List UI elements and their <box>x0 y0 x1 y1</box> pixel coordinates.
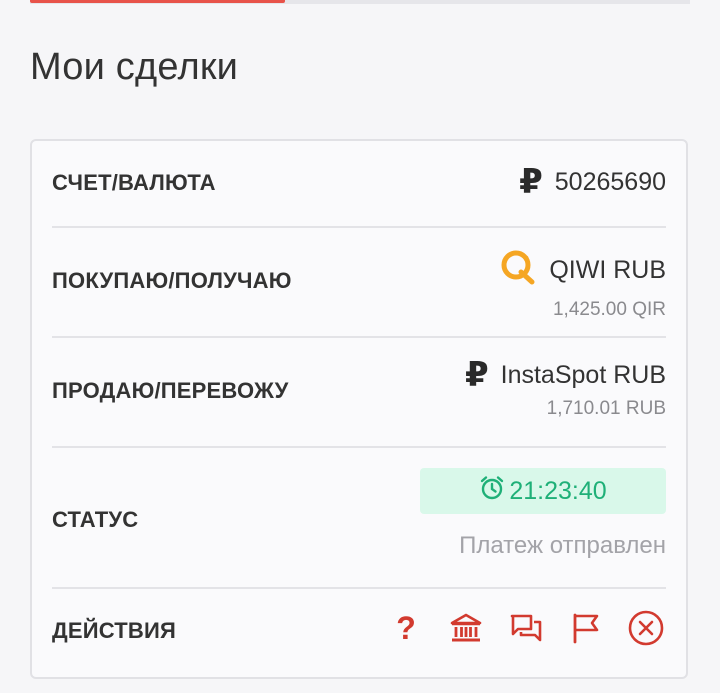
account-row: СЧЕТ/ВАЛЮТА ₽ 50265690 <box>52 141 666 228</box>
alarm-clock-icon <box>479 475 505 508</box>
report-button[interactable] <box>566 608 606 648</box>
buy-label: ПОКУПАЮ/ПОЛУЧАЮ <box>52 268 292 293</box>
actions-label: ДЕЙСТВИЯ <box>52 618 177 643</box>
buy-method: QIWI RUB <box>549 256 666 284</box>
buy-row: ПОКУПАЮ/ПОЛУЧАЮ QIWI RUB 1,425.00 QIR <box>52 228 666 338</box>
flag-icon <box>573 613 599 644</box>
active-tab-indicator <box>30 0 285 3</box>
countdown-timer: 21:23:40 <box>420 468 666 514</box>
close-circle-icon <box>628 610 664 646</box>
qiwi-logo-icon <box>499 248 537 293</box>
account-number: 50265690 <box>554 167 666 196</box>
actions-row: ДЕЙСТВИЯ ? <box>52 589 666 677</box>
page-title: Мои сделки <box>30 46 239 88</box>
status-label: СТАТУС <box>52 507 139 532</box>
timer-value: 21:23:40 <box>509 476 607 505</box>
ruble-icon: ₽ <box>464 356 489 394</box>
sell-method: InstaSpot RUB <box>500 360 666 389</box>
bank-button[interactable] <box>446 608 486 648</box>
cancel-deal-button[interactable] <box>626 608 666 648</box>
sell-amount: 1,710.01 RUB <box>546 398 666 419</box>
deal-card: СЧЕТ/ВАЛЮТА ₽ 50265690 ПОКУПАЮ/ПОЛУЧАЮ Q… <box>30 139 688 679</box>
status-row: СТАТУС 21:23:40 Платеж отправлен <box>52 448 666 589</box>
sell-row: ПРОДАЮ/ПЕРЕВОЖУ ₽ InstaSpot RUB 1,710.01… <box>52 338 666 448</box>
account-label: СЧЕТ/ВАЛЮТА <box>52 170 216 195</box>
sell-label: ПРОДАЮ/ПЕРЕВОЖУ <box>52 378 289 403</box>
buy-amount: 1,425.00 QIR <box>552 299 666 320</box>
chat-button[interactable] <box>506 608 546 648</box>
ruble-icon: ₽ <box>519 163 543 201</box>
question-mark-icon: ? <box>396 610 416 646</box>
tab-bar <box>30 0 690 4</box>
status-text: Платеж отправлен <box>459 532 666 559</box>
chat-icon <box>510 614 542 642</box>
bank-icon <box>450 613 482 642</box>
help-button[interactable]: ? <box>386 608 426 648</box>
